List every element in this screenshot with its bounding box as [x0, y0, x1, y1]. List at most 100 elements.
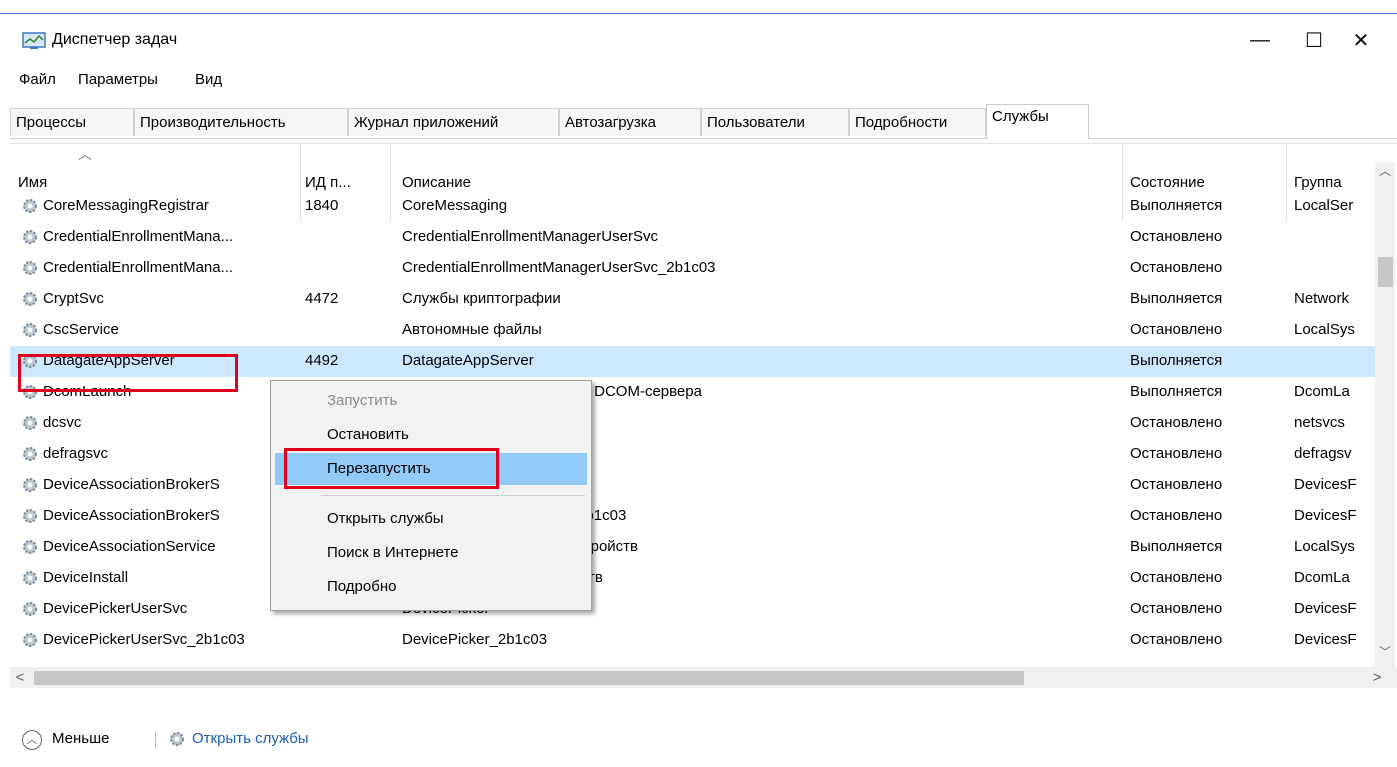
horizontal-scroll-thumb[interactable] [34, 671, 1024, 685]
service-gear-icon [23, 199, 37, 213]
service-row[interactable]: DeviceAssociationBrokerSDeviceAssociatio… [10, 470, 1375, 501]
service-description: CredentialEnrollmentManagerUserSvc [402, 228, 658, 245]
service-gear-icon [23, 230, 37, 244]
column-header-pid[interactable]: ИД п... [305, 174, 351, 191]
service-group: DevicesF [1294, 476, 1357, 493]
service-row[interactable]: DevicePickerUserSvcDevicePickerОстановле… [10, 594, 1375, 625]
service-gear-icon [23, 292, 37, 306]
tab-services[interactable]: Службы [986, 104, 1089, 139]
service-description: CredentialEnrollmentManagerUserSvc_2b1c0… [402, 259, 716, 276]
tab-users[interactable]: Пользователи [701, 108, 849, 136]
service-group: DevicesF [1294, 631, 1357, 648]
service-row[interactable]: defragsvc Остановлено defragsv [10, 439, 1375, 470]
services-grid: ︿ Имя ИД п... Описание Состояние Группа … [10, 143, 1397, 705]
scroll-up-icon[interactable]: ︿ [1375, 162, 1395, 182]
tab-performance[interactable]: Производительность [134, 108, 348, 136]
menu-item-search-online[interactable]: Поиск в Интернете [275, 537, 587, 569]
service-state: Выполняется [1130, 290, 1223, 307]
fewer-details-button[interactable]: Меньше [52, 730, 109, 747]
service-row[interactable]: DevicePickerUserSvc_2b1c03 DevicePicker_2… [10, 625, 1375, 656]
service-group: DcomLa [1294, 569, 1350, 586]
service-row[interactable]: CscService Автономные файлы Остановлено Loc… [10, 315, 1375, 346]
service-group: netsvcs [1294, 414, 1345, 431]
vertical-scroll-thumb[interactable] [1378, 257, 1393, 287]
service-row[interactable]: DeviceInstallСлужба установки устройствО… [10, 563, 1375, 594]
service-row[interactable]: dcsvc Остановлено netsvcs [10, 408, 1375, 439]
tab-details[interactable]: Подробности [849, 108, 986, 136]
annotation-highlight-restart [284, 448, 499, 489]
context-menu-divider [321, 495, 585, 496]
column-header-description[interactable]: Описание [402, 174, 471, 191]
tab-startup[interactable]: Автозагрузка [559, 108, 701, 136]
service-state: Остановлено [1130, 476, 1223, 493]
menu-options[interactable]: Параметры [78, 71, 158, 88]
service-name: defragsvc [43, 445, 109, 462]
menu-item-details[interactable]: Подробно [275, 571, 587, 603]
service-group: Network [1294, 290, 1350, 307]
column-header-state[interactable]: Состояние [1130, 174, 1205, 191]
service-state: Остановлено [1130, 507, 1223, 524]
service-state: Выполняется [1130, 197, 1223, 214]
title-bar: Диспетчер задач — ☐ ✕ [0, 14, 1397, 66]
menu-item-open-services[interactable]: Открыть службы [275, 503, 587, 535]
service-row[interactable]: CoreMessagingRegistrar 1840 CoreMessaging В… [10, 191, 1375, 222]
close-icon: ✕ [1352, 29, 1370, 52]
open-services-link[interactable]: Открыть службы [192, 730, 309, 747]
service-gear-icon [23, 416, 37, 430]
service-group: LocalSer [1294, 197, 1354, 214]
menu-bar: Файл Параметры Вид [0, 66, 1397, 96]
menu-item-start[interactable]: Запустить [275, 385, 587, 417]
service-row[interactable]: CredentialEnrollmentMana... CredentialEnr… [10, 253, 1375, 284]
menu-view[interactable]: Вид [195, 71, 222, 88]
service-pid: 4472 [305, 290, 339, 307]
service-name: CoreMessagingRegistrar [43, 197, 209, 214]
minimize-button[interactable]: — [1236, 20, 1284, 60]
tab-processes[interactable]: Процессы [10, 108, 134, 136]
service-gear-icon [23, 602, 37, 616]
footer-bar: ︿ Меньше Открыть службы [0, 700, 1397, 767]
menu-item-label: Открыть службы [327, 510, 444, 527]
window-title: Диспетчер задач [52, 31, 178, 48]
service-description: Автономные файлы [402, 321, 542, 338]
service-description: DevicePicker_2b1c03 [402, 631, 548, 648]
service-description: Службы криптографии [402, 290, 561, 307]
service-state: Остановлено [1130, 259, 1223, 276]
service-group: DevicesF [1294, 600, 1357, 617]
service-state: Остановлено [1130, 445, 1223, 462]
menu-item-label: Подробно [327, 578, 397, 595]
service-name: DevicePickerUserSvc [43, 600, 188, 617]
service-row[interactable]: DeviceAssociationBrokerSDeviceAssociatio… [10, 501, 1375, 532]
background-window-strip [0, 0, 1397, 14]
collapse-chevron-icon[interactable]: ︿ [22, 730, 42, 750]
service-row[interactable]: CryptSvc 4472 Службы криптографии Выполняет… [10, 284, 1375, 315]
service-gear-icon [23, 633, 37, 647]
menu-file[interactable]: Файл [19, 71, 56, 88]
service-group: DcomLa [1294, 383, 1350, 400]
scroll-left-icon[interactable]: < [10, 667, 30, 688]
service-gear-icon [23, 509, 37, 523]
service-state: Остановлено [1130, 600, 1223, 617]
service-row[interactable]: DeviceAssociationServiceСлужба сопоставл… [10, 532, 1375, 563]
service-state: Выполняется [1130, 383, 1223, 400]
column-header-name[interactable]: Имя [18, 174, 47, 191]
service-name: CryptSvc [43, 290, 104, 307]
vertical-scrollbar[interactable]: ︿ ﹀ [1375, 162, 1395, 667]
tab-strip: Процессы Производительность Журнал прило… [10, 104, 1397, 139]
service-group: defragsv [1294, 445, 1352, 462]
close-button[interactable]: ✕ [1337, 20, 1385, 60]
service-gear-icon [23, 323, 37, 337]
scroll-down-icon[interactable]: ﹀ [1375, 643, 1395, 663]
service-name: CredentialEnrollmentMana... [43, 259, 234, 276]
service-state: Остановлено [1130, 228, 1223, 245]
tab-app-history[interactable]: Журнал приложений [348, 108, 559, 136]
maximize-button[interactable]: ☐ [1290, 20, 1338, 60]
horizontal-scrollbar[interactable]: < > [10, 667, 1397, 688]
service-row[interactable]: CredentialEnrollmentMana... CredentialEnr… [10, 222, 1375, 253]
sort-ascending-icon: ︿ [78, 146, 92, 162]
menu-item-stop[interactable]: Остановить [275, 419, 587, 451]
annotation-highlight-service [18, 354, 238, 392]
service-state: Выполняется [1130, 352, 1223, 369]
scroll-right-icon[interactable]: > [1367, 667, 1387, 688]
column-header-group[interactable]: Группа [1294, 174, 1342, 191]
footer-divider [155, 732, 156, 748]
